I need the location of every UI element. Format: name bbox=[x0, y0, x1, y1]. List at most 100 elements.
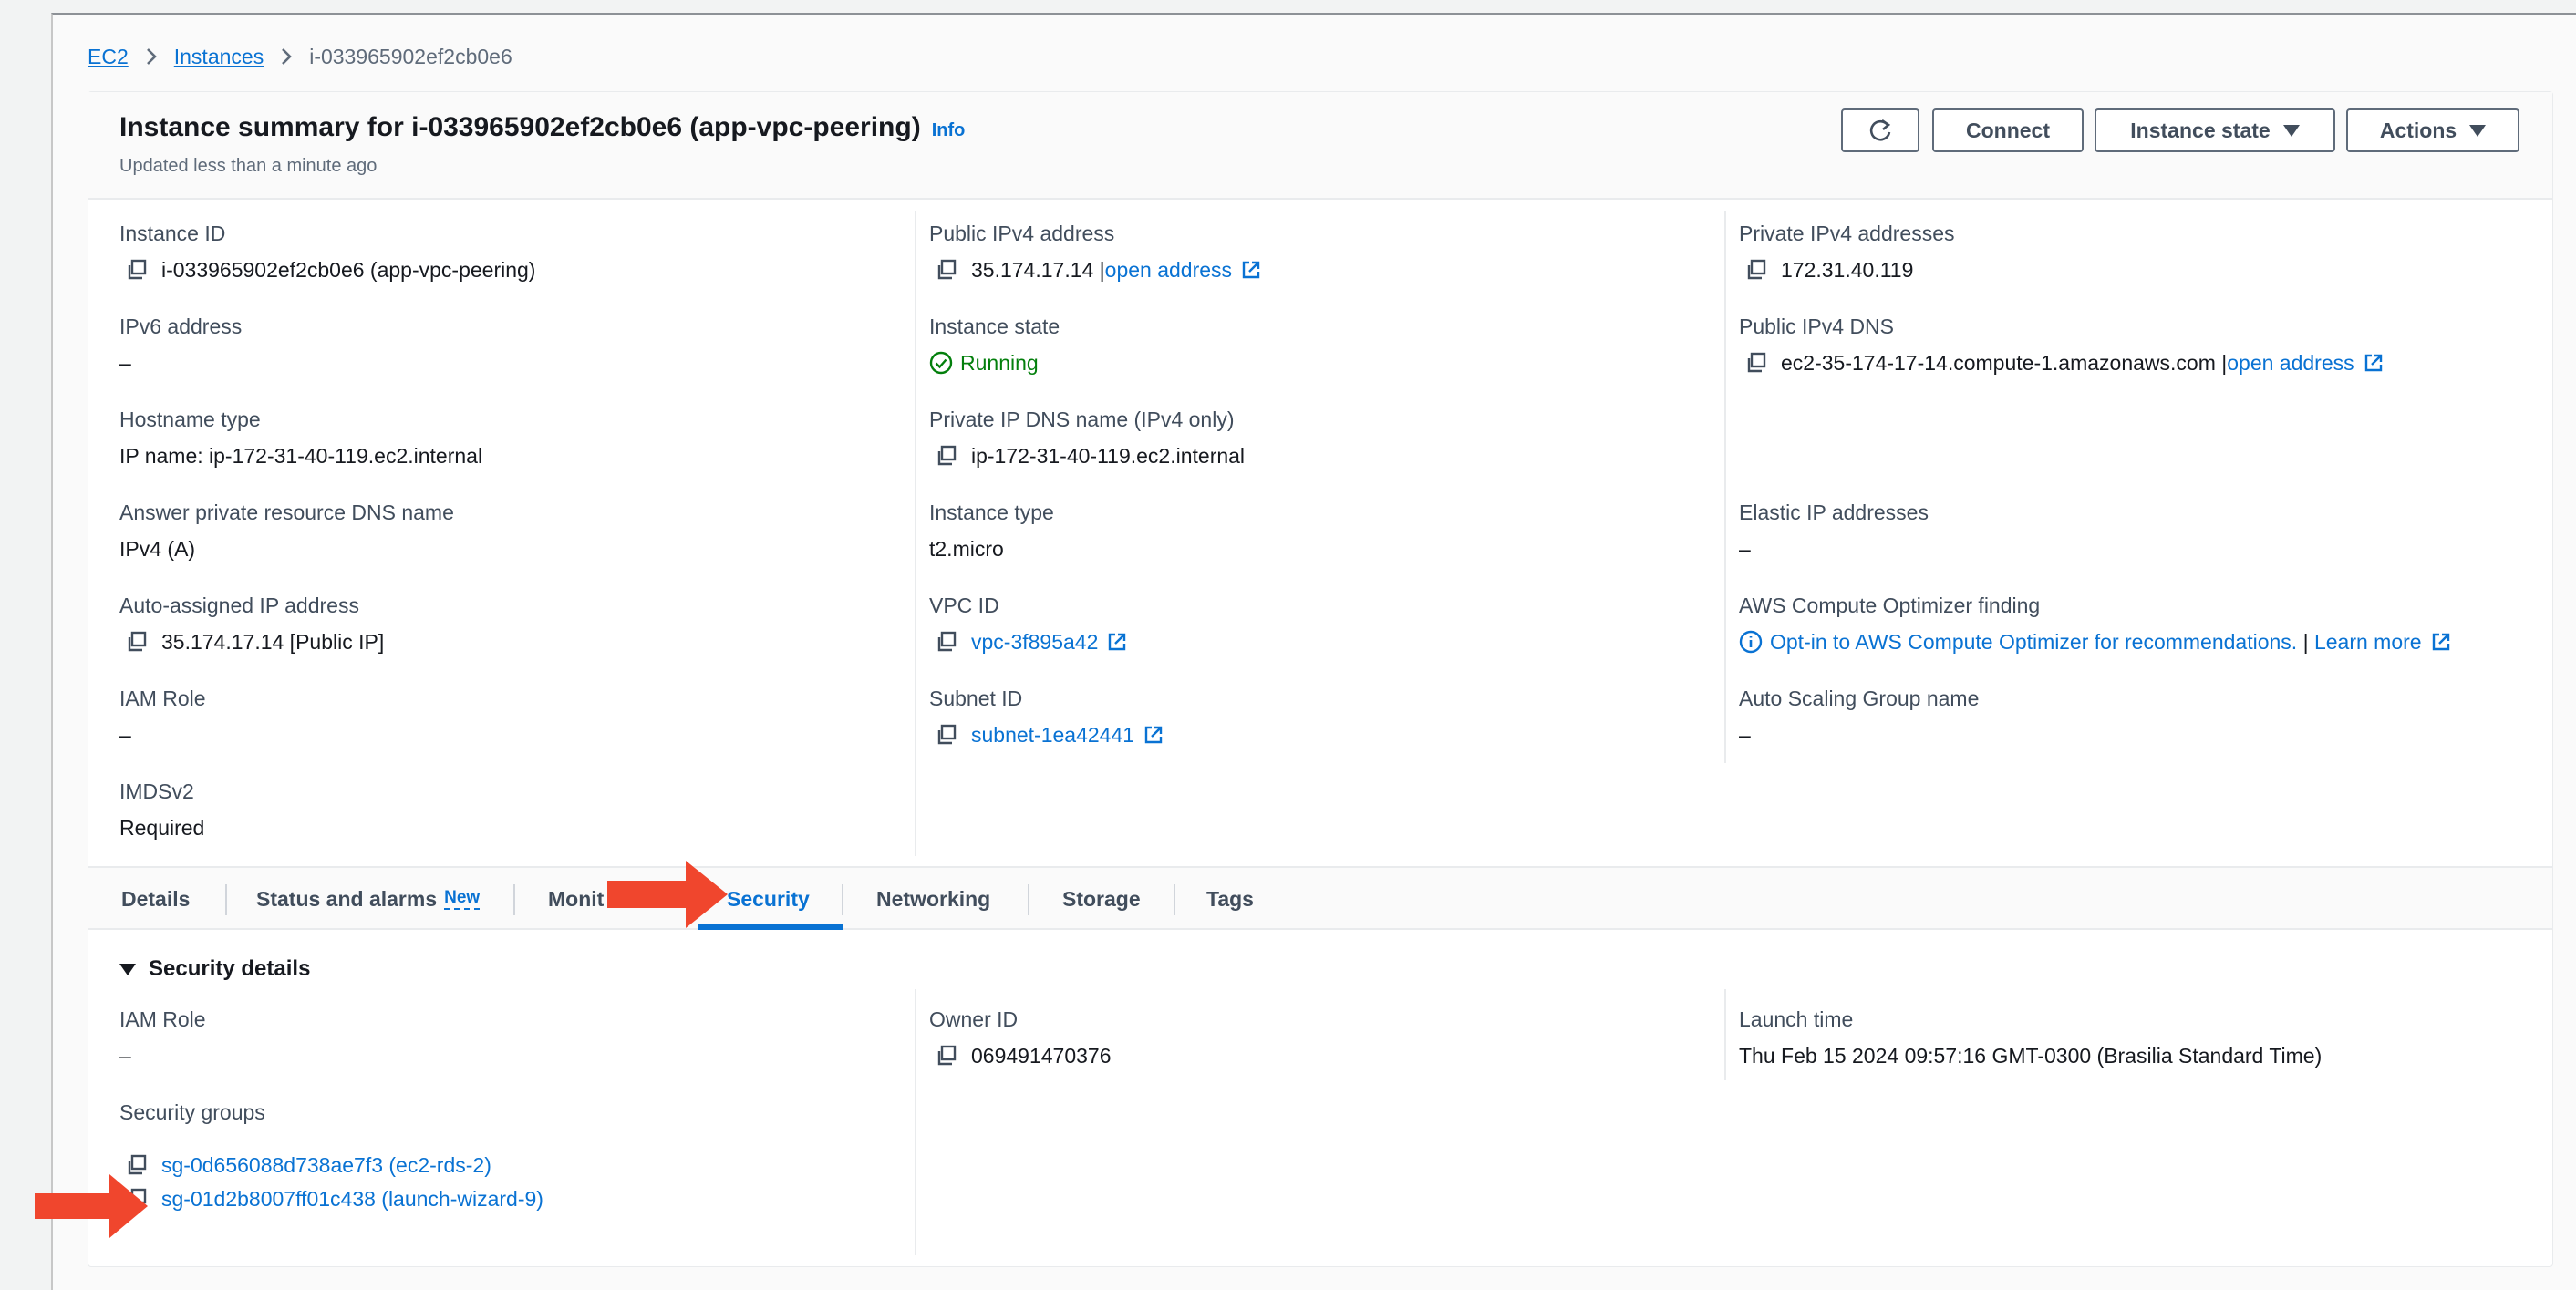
field-answer-private-dns: Answer private resource DNS name IPv4 (A… bbox=[119, 501, 454, 564]
breadcrumb-instances-link[interactable]: Instances bbox=[174, 45, 264, 69]
tab-status-and-alarms[interactable]: Status and alarms New bbox=[256, 868, 481, 930]
security-group-link[interactable]: sg-0d656088d738ae7f3 (ec2-rds-2) bbox=[161, 1153, 491, 1178]
field-value: ec2-35-174-17-14.compute-1.amazonaws.com… bbox=[1781, 350, 2228, 375]
link-separator: | bbox=[2297, 629, 2314, 654]
field-imdsv2: IMDSv2 Required bbox=[119, 779, 204, 843]
copy-icon[interactable] bbox=[1744, 351, 1768, 375]
field-label: AWS Compute Optimizer finding bbox=[1739, 593, 2041, 617]
field-value: – bbox=[119, 722, 131, 747]
copy-icon[interactable] bbox=[935, 723, 958, 747]
caret-down-icon bbox=[2282, 124, 2300, 137]
refresh-button[interactable] bbox=[1841, 108, 1919, 152]
field-value: – bbox=[1739, 536, 1751, 561]
security-group-link[interactable]: sg-01d2b8007ff01c438 (launch-wizard-9) bbox=[161, 1187, 543, 1212]
vpc-id-link[interactable]: vpc-3f895a42 bbox=[971, 630, 1098, 655]
field-label: Owner ID bbox=[929, 1007, 1019, 1031]
field-label: Launch time bbox=[1739, 1007, 1854, 1031]
tab-networking[interactable]: Networking bbox=[876, 868, 990, 930]
tab-details[interactable]: Details bbox=[121, 868, 190, 930]
actions-label: Actions bbox=[2379, 118, 2457, 142]
field-instance-id: Instance ID i-033965902ef2cb0e6 (app-vpc… bbox=[119, 222, 535, 285]
learn-more-link[interactable]: Learn more bbox=[2314, 630, 2422, 655]
field-compute-optimizer: AWS Compute Optimizer finding Opt-in to … bbox=[1739, 593, 2451, 657]
field-label: Hostname type bbox=[119, 408, 261, 431]
field-label: Auto-assigned IP address bbox=[119, 593, 359, 617]
field-value: 172.31.40.119 bbox=[1781, 257, 1914, 282]
field-label: IAM Role bbox=[119, 686, 206, 710]
compute-optimizer-link[interactable]: Opt-in to AWS Compute Optimizer for reco… bbox=[1770, 630, 2297, 655]
info-link[interactable]: Info bbox=[932, 120, 966, 140]
external-link-icon bbox=[1241, 260, 1261, 280]
column-divider bbox=[1724, 211, 1726, 763]
column-divider bbox=[915, 989, 916, 1255]
field-owner-id: Owner ID 069491470376 bbox=[929, 1007, 1112, 1071]
field-ipv6-address: IPv6 address – bbox=[119, 315, 242, 378]
field-instance-type: Instance type t2.micro bbox=[929, 501, 1054, 564]
field-security-groups: Security groups sg-0d656088d738ae7f3 (ec… bbox=[119, 1100, 543, 1214]
field-label: Elastic IP addresses bbox=[1739, 501, 1929, 524]
connect-button[interactable]: Connect bbox=[1932, 108, 2084, 152]
field-public-ipv4: Public IPv4 address 35.174.17.14 | open a… bbox=[929, 222, 1261, 285]
actions-dropdown[interactable]: Actions bbox=[2346, 108, 2519, 152]
chevron-right-icon bbox=[146, 48, 157, 65]
open-address-link[interactable]: open address bbox=[2227, 351, 2354, 376]
field-value: i-033965902ef2cb0e6 (app-vpc-peering) bbox=[161, 257, 536, 282]
tab-security[interactable]: Security bbox=[727, 868, 810, 930]
field-label: IMDSv2 bbox=[119, 779, 194, 803]
tab-divider bbox=[1174, 884, 1175, 915]
field-label: Private IPv4 addresses bbox=[1739, 222, 1955, 245]
page-title-text: Instance summary for i-033965902ef2cb0e6… bbox=[119, 112, 921, 142]
page-title: Instance summary for i-033965902ef2cb0e6… bbox=[119, 112, 965, 143]
copy-icon[interactable] bbox=[935, 258, 958, 282]
updated-timestamp: Updated less than a minute ago bbox=[119, 156, 378, 176]
field-security-iam-role: IAM Role – bbox=[119, 1007, 206, 1071]
instance-summary-panel: Instance summary for i-033965902ef2cb0e6… bbox=[88, 91, 2553, 1267]
status-running: Running bbox=[960, 350, 1039, 375]
field-private-ip-dns: Private IP DNS name (IPv4 only) ip-172-3… bbox=[929, 408, 1245, 471]
annotation-arrow-icon bbox=[607, 861, 728, 928]
tab-monitoring[interactable]: Monit bbox=[548, 868, 604, 930]
field-label: Auto Scaling Group name bbox=[1739, 686, 1980, 710]
summary-header: Instance summary for i-033965902ef2cb0e6… bbox=[88, 92, 2552, 200]
caret-down-icon bbox=[2469, 124, 2487, 137]
field-label: Instance state bbox=[929, 315, 1060, 338]
copy-icon[interactable] bbox=[125, 258, 149, 282]
field-auto-scaling-group: Auto Scaling Group name – bbox=[1739, 686, 1979, 750]
external-link-icon bbox=[2431, 632, 2451, 652]
detail-tabs: Details Status and alarms New Monit Secur… bbox=[88, 866, 2552, 930]
copy-icon[interactable] bbox=[125, 630, 149, 654]
field-label: Private IP DNS name (IPv4 only) bbox=[929, 408, 1235, 431]
field-instance-state: Instance state Running bbox=[929, 315, 1060, 378]
new-badge: New bbox=[444, 888, 481, 910]
field-value: 35.174.17.14 [Public IP] bbox=[161, 629, 385, 654]
open-address-link[interactable]: open address bbox=[1105, 258, 1232, 283]
breadcrumb-ec2-link[interactable]: EC2 bbox=[88, 45, 129, 69]
annotation-arrow-icon bbox=[35, 1174, 148, 1238]
instance-state-dropdown[interactable]: Instance state bbox=[2095, 108, 2335, 152]
subnet-id-link[interactable]: subnet-1ea42441 bbox=[971, 723, 1134, 748]
security-details-toggle[interactable]: Security details bbox=[119, 956, 310, 982]
field-value: ip-172-31-40-119.ec2.internal bbox=[971, 443, 1246, 468]
field-vpc-id: VPC ID vpc-3f895a42 bbox=[929, 593, 1127, 657]
copy-icon[interactable] bbox=[1744, 258, 1768, 282]
tab-divider bbox=[513, 884, 515, 915]
field-public-ipv4-dns: Public IPv4 DNS ec2-35-174-17-14.compute… bbox=[1739, 315, 2384, 378]
field-value: 069491470376 bbox=[971, 1043, 1112, 1068]
tab-tags[interactable]: Tags bbox=[1206, 868, 1254, 930]
info-circle-icon bbox=[1739, 630, 1763, 654]
breadcrumb-current: i-033965902ef2cb0e6 bbox=[309, 44, 512, 68]
field-value: t2.micro bbox=[929, 536, 1004, 561]
external-link-icon bbox=[1107, 632, 1127, 652]
field-hostname-type: Hostname type IP name: ip-172-31-40-119.… bbox=[119, 408, 482, 471]
section-heading: Security details bbox=[149, 956, 311, 981]
copy-icon[interactable] bbox=[935, 444, 958, 468]
field-value: – bbox=[119, 350, 131, 375]
field-value: Thu Feb 15 2024 09:57:16 GMT-0300 (Brasi… bbox=[1739, 1043, 2323, 1068]
field-subnet-id: Subnet ID subnet-1ea42441 bbox=[929, 686, 1164, 750]
copy-icon[interactable] bbox=[935, 1044, 958, 1068]
field-label: Public IPv4 DNS bbox=[1739, 315, 1895, 338]
external-link-icon bbox=[2364, 353, 2384, 373]
instance-state-label: Instance state bbox=[2130, 118, 2271, 142]
copy-icon[interactable] bbox=[935, 630, 958, 654]
tab-storage[interactable]: Storage bbox=[1062, 868, 1141, 930]
